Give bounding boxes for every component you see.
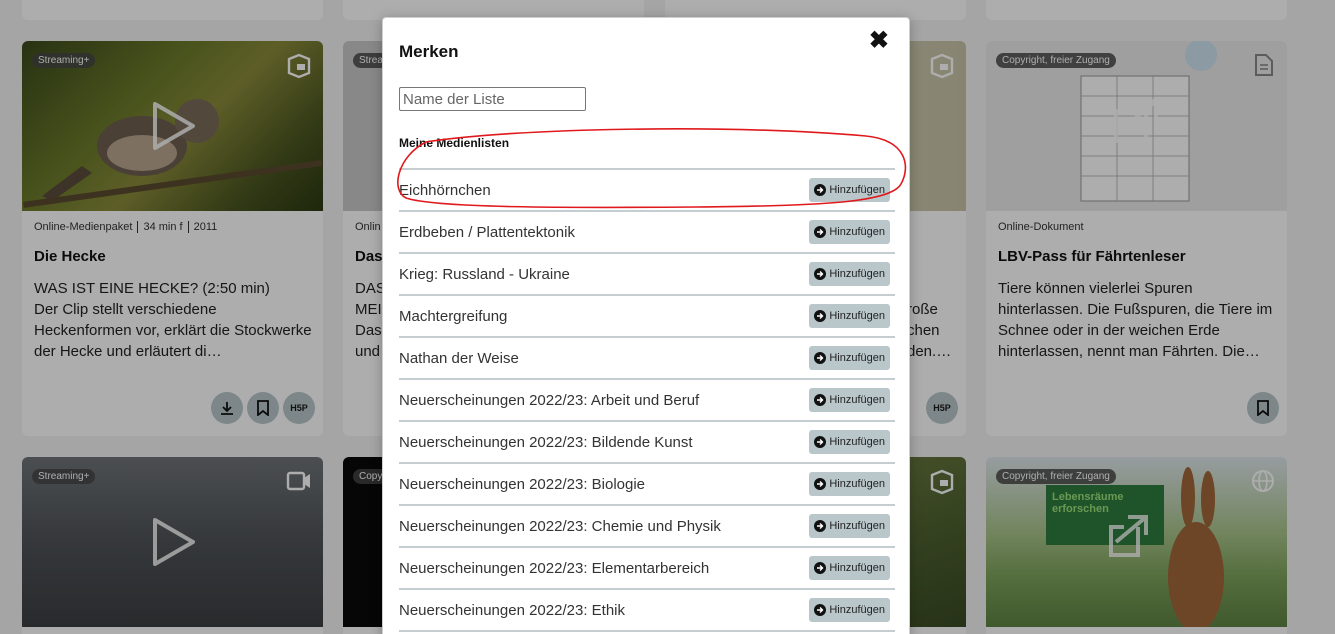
arrow-right-circle-icon xyxy=(814,436,827,448)
media-list-item: Neuerscheinungen 2022/23: Elementarberei… xyxy=(399,548,895,590)
add-button-label: Hinzufügen xyxy=(829,604,885,616)
media-list-item-label: Neuerscheinungen 2022/23: Chemie und Phy… xyxy=(399,517,721,535)
close-icon[interactable]: ✖ xyxy=(869,26,889,55)
media-list-item-label: Eichhörnchen xyxy=(399,181,491,199)
arrow-right-circle-icon xyxy=(814,520,827,532)
add-button-label: Hinzufügen xyxy=(829,478,885,490)
arrow-right-circle-icon xyxy=(814,268,827,280)
arrow-right-circle-icon xyxy=(814,394,827,406)
media-list-item: Krieg: Russland - Ukraine Hinzufügen xyxy=(399,254,895,296)
arrow-right-circle-icon xyxy=(814,562,827,574)
add-button-label: Hinzufügen xyxy=(829,268,885,280)
add-button-label: Hinzufügen xyxy=(829,226,885,238)
media-list-item-label: Neuerscheinungen 2022/23: Ethik xyxy=(399,601,625,619)
modal-title: Merken xyxy=(399,42,459,61)
media-list-item: Neuerscheinungen 2022/23: Bildende Kunst… xyxy=(399,422,895,464)
media-list: Eichhörnchen Hinzufügen Erdbeben / Platten… xyxy=(399,168,895,632)
add-button-label: Hinzufügen xyxy=(829,436,885,448)
add-to-list-button[interactable]: Hinzufügen xyxy=(809,556,890,580)
add-to-list-button[interactable]: Hinzufügen xyxy=(809,598,890,622)
bookmark-modal: Merken ✖ Meine Medienlisten Eichhörnchen… xyxy=(382,17,910,634)
add-to-list-button[interactable]: Hinzufügen xyxy=(809,388,890,412)
add-to-list-button[interactable]: Hinzufügen xyxy=(809,430,890,454)
add-to-list-button[interactable]: Hinzufügen xyxy=(809,304,890,328)
media-list-item-label: Neuerscheinungen 2022/23: Biologie xyxy=(399,475,646,493)
add-button-label: Hinzufügen xyxy=(829,310,885,322)
media-list-item-label: Neuerscheinungen 2022/23: Arbeit und Ber… xyxy=(399,391,700,409)
media-list-item: Neuerscheinungen 2022/23: Ethik Hinzufüge… xyxy=(399,590,895,632)
arrow-right-circle-icon xyxy=(814,604,827,616)
list-name-input[interactable] xyxy=(399,87,586,111)
arrow-right-circle-icon xyxy=(814,352,827,364)
media-list-item-label: Nathan der Weise xyxy=(399,349,519,367)
add-to-list-button[interactable]: Hinzufügen xyxy=(809,346,890,370)
media-list-item: Machtergreifung Hinzufügen xyxy=(399,296,895,338)
arrow-right-circle-icon xyxy=(814,478,827,490)
add-to-list-button[interactable]: Hinzufügen xyxy=(809,472,890,496)
add-to-list-button[interactable]: Hinzufügen xyxy=(809,220,890,244)
media-list-item-label: Neuerscheinungen 2022/23: Elementarberei… xyxy=(399,559,710,577)
media-list-item: Eichhörnchen Hinzufügen xyxy=(399,170,895,212)
media-list-item-label: Neuerscheinungen 2022/23: Bildende Kunst xyxy=(399,433,693,451)
add-to-list-button[interactable]: Hinzufügen xyxy=(809,178,890,202)
add-button-label: Hinzufügen xyxy=(829,520,885,532)
media-list-item: Neuerscheinungen 2022/23: Biologie Hinzuf… xyxy=(399,464,895,506)
arrow-right-circle-icon xyxy=(814,310,827,322)
media-list-item: Nathan der Weise Hinzufügen xyxy=(399,338,895,380)
media-list-item-label: Krieg: Russland - Ukraine xyxy=(399,265,570,283)
media-list-item-label: Erdbeben / Plattentektonik xyxy=(399,223,575,241)
add-button-label: Hinzufügen xyxy=(829,352,885,364)
media-list-item-label: Machtergreifung xyxy=(399,307,508,325)
add-to-list-button[interactable]: Hinzufügen xyxy=(809,514,890,538)
add-button-label: Hinzufügen xyxy=(829,394,885,406)
arrow-right-circle-icon xyxy=(814,184,827,196)
add-button-label: Hinzufügen xyxy=(829,184,885,196)
add-to-list-button[interactable]: Hinzufügen xyxy=(809,262,890,286)
media-list-item: Neuerscheinungen 2022/23: Arbeit und Ber… xyxy=(399,380,895,422)
arrow-right-circle-icon xyxy=(814,226,827,238)
media-list-item: Erdbeben / Plattentektonik Hinzufügen xyxy=(399,212,895,254)
media-list-item: Neuerscheinungen 2022/23: Chemie und Phy… xyxy=(399,506,895,548)
section-label: Meine Medienlisten xyxy=(399,136,510,150)
add-button-label: Hinzufügen xyxy=(829,562,885,574)
